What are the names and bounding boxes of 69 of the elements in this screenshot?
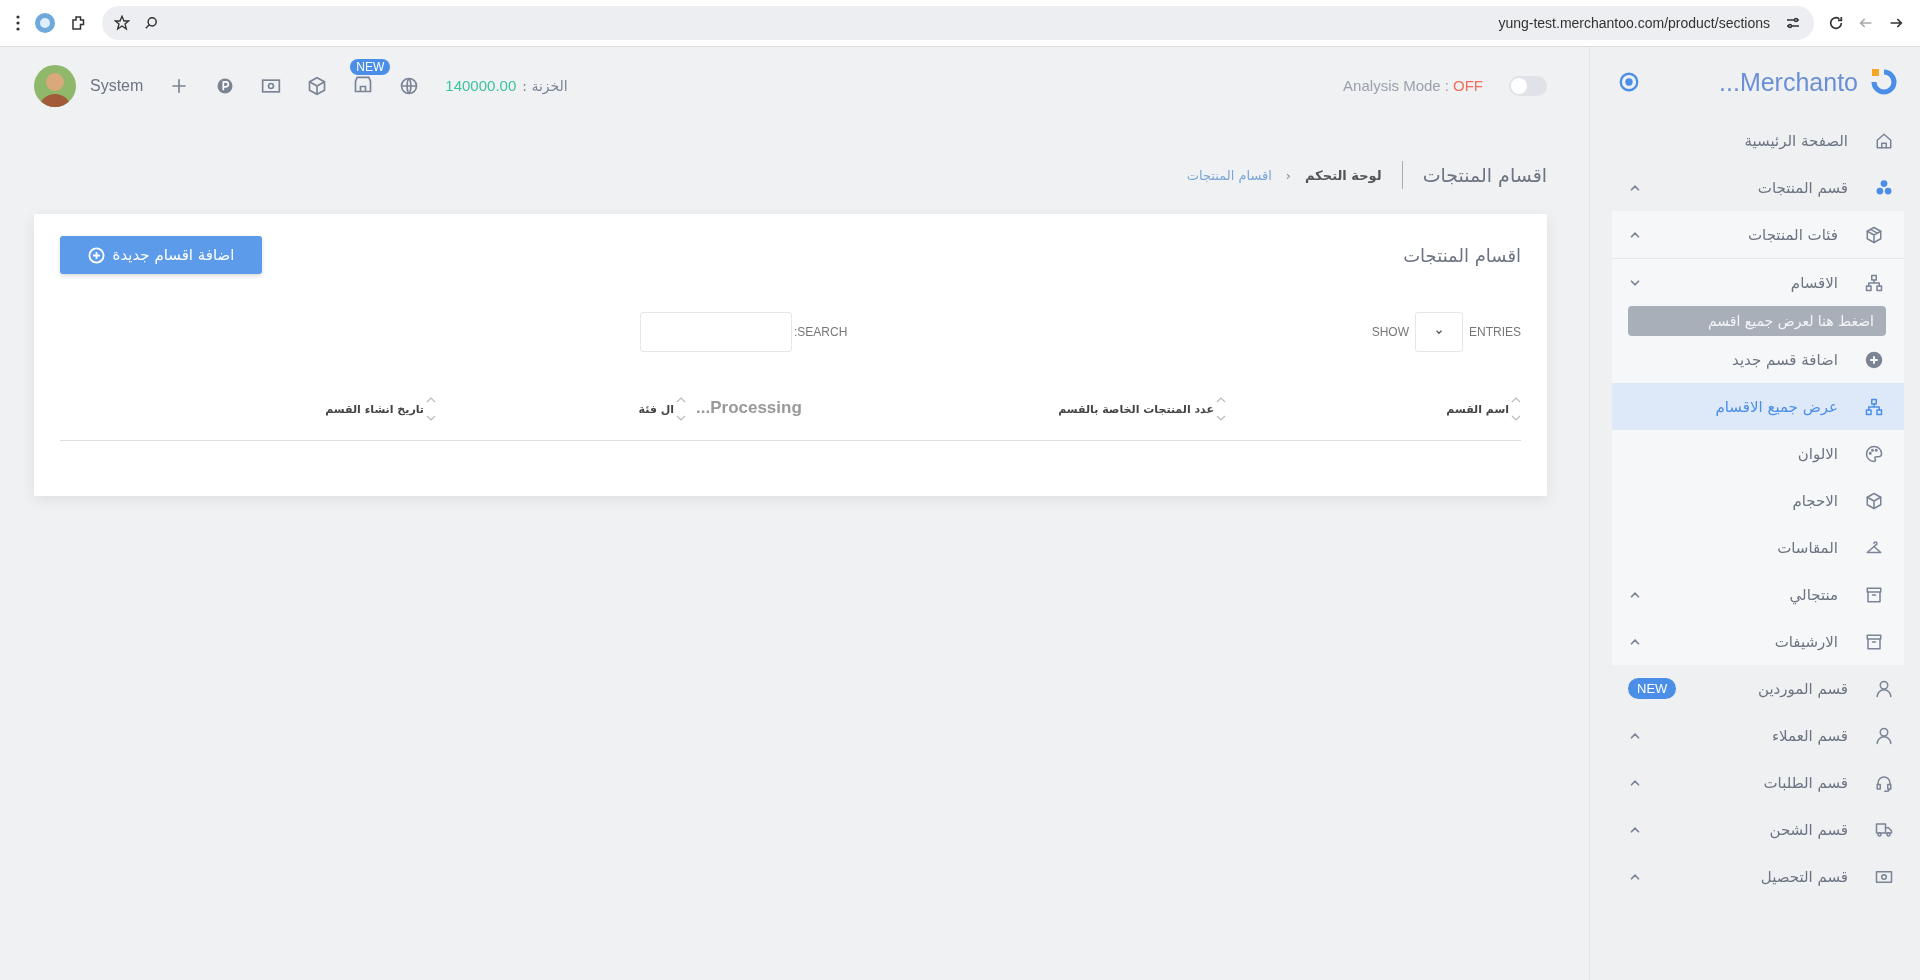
menu-icon[interactable] <box>16 15 20 31</box>
treasury-amount: 140000.00 <box>445 77 517 94</box>
column-header: اسم القسم <box>1446 402 1509 416</box>
sidebar-item[interactable]: الاقسام <box>1612 259 1904 306</box>
treasury-label: الخزنة : <box>522 77 568 94</box>
page-title: اقسام المنتجات <box>1422 164 1547 186</box>
column-header: تاريخ انشاء القسم <box>325 402 424 416</box>
show-label: SHOW <box>1371 325 1409 339</box>
analysis-mode-label: Analysis Mode : <box>1343 77 1449 94</box>
sidebar-item[interactable]: قسم الشحن <box>1612 806 1904 853</box>
cubes-icon <box>1875 178 1893 197</box>
sidebar-item[interactable]: عرض جميع الاقسام <box>1612 383 1904 430</box>
sidebar-item[interactable]: الصفحة الرئيسية <box>1612 117 1904 164</box>
breadcrumb-separator: ‹ <box>1285 167 1292 183</box>
sidebar-item[interactable]: فئات المنتجات <box>1612 211 1904 259</box>
archive-icon <box>1865 632 1883 651</box>
sidebar-item[interactable]: قسم الطلبات <box>1612 759 1904 806</box>
new-badge: NEW <box>350 58 391 75</box>
plus-circle-icon <box>87 246 105 264</box>
address-bar[interactable]: yung-test.merchantoo.com/product/sections <box>102 6 1814 40</box>
search-label: SEARCH: <box>794 325 848 339</box>
zoom-icon[interactable] <box>144 16 158 30</box>
box-icon[interactable] <box>307 75 328 96</box>
archive-icon <box>1865 585 1883 604</box>
headset-icon <box>1875 773 1893 792</box>
sort-icon[interactable] <box>1511 396 1521 422</box>
sidebar-item[interactable]: قسم التحصيل <box>1612 853 1904 900</box>
home-icon <box>1875 131 1893 150</box>
profile-icon[interactable] <box>34 12 56 34</box>
cube-icon <box>1865 491 1883 510</box>
user-icon <box>1875 679 1893 698</box>
sidebar-item[interactable]: الاحجام <box>1612 477 1904 524</box>
sort-icon[interactable] <box>1216 396 1226 422</box>
palette-icon <box>1865 444 1883 463</box>
box-icon <box>1865 225 1883 244</box>
search-field[interactable] <box>640 312 792 352</box>
target-icon[interactable] <box>1618 71 1640 93</box>
processing-indicator: Processing... <box>696 398 802 418</box>
user-name: System <box>90 76 144 95</box>
analysis-mode-status: OFF <box>1453 77 1483 94</box>
sidebar-item[interactable]: منتجالي <box>1612 571 1904 618</box>
sidebar-item[interactable]: قسم المنتجات <box>1612 164 1904 211</box>
add-sections-button[interactable]: اضافة اقسام جديدة <box>60 236 262 274</box>
sidebar-item[interactable]: الارشيفات <box>1612 618 1904 665</box>
entries-label: ENTRIES <box>1469 325 1521 339</box>
sidebar-item[interactable]: الالوان <box>1612 430 1904 477</box>
analysis-toggle[interactable] <box>1509 75 1547 96</box>
sidebar-item[interactable]: المقاسات <box>1612 524 1904 571</box>
column-header: عدد المنتجات الخاصة بالقسم <box>1058 402 1214 416</box>
plus-circle-icon <box>1865 350 1883 369</box>
globe-icon[interactable] <box>399 75 420 96</box>
sort-icon[interactable] <box>426 396 436 422</box>
breadcrumb-link[interactable]: لوحة التحكم <box>1305 167 1382 183</box>
sort-icon[interactable] <box>676 396 686 422</box>
star-icon[interactable] <box>114 15 130 31</box>
user-icon <box>1875 726 1893 745</box>
sidebar-item[interactable]: اضافة قسم جديد <box>1612 336 1904 383</box>
sitemap-icon <box>1865 397 1883 416</box>
card-title: اقسام المنتجات <box>1403 244 1521 266</box>
brand-name: ...Merchanto <box>1719 67 1858 97</box>
sitemap-icon <box>1865 273 1883 292</box>
new-badge: NEW <box>1628 678 1677 699</box>
reload-icon[interactable] <box>1828 15 1844 31</box>
user-avatar[interactable] <box>34 64 76 107</box>
logo-icon <box>1870 68 1898 96</box>
column-header: ال فئة <box>638 402 674 416</box>
tooltip: اضغط هنا لعرض جميع اقسم <box>1628 306 1886 336</box>
sidebar-item[interactable]: قسم العملاء <box>1612 712 1904 759</box>
truck-icon <box>1875 820 1893 839</box>
